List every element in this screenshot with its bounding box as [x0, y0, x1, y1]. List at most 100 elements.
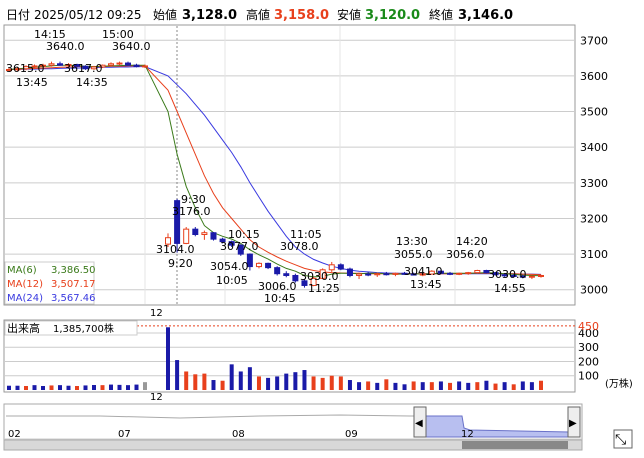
volume-bar	[266, 377, 271, 390]
volume-bar	[475, 382, 480, 390]
volume-bar	[100, 385, 105, 390]
navigator-scrollbar-thumb[interactable]	[462, 441, 568, 449]
volume-label: 出来高	[7, 321, 40, 335]
navigator-label-07: 07	[118, 429, 131, 440]
volume-bar	[58, 385, 62, 390]
annotation-time: 10:05	[216, 274, 248, 287]
volume-bar	[520, 381, 525, 390]
annotation-price: 3640.0	[46, 40, 85, 53]
volume-bar	[238, 371, 243, 390]
volume-bar	[448, 382, 453, 390]
volume-value: 1,385,700株	[53, 322, 114, 335]
candle-body	[125, 62, 131, 66]
open-value: 3,128.0	[182, 8, 237, 23]
volume-bar	[247, 367, 252, 390]
date-value: 2025/05/12 09:25	[34, 8, 142, 22]
navigator[interactable]: ◀ ▶ 02 07 08 09 12	[3, 403, 583, 451]
navigator-left-arrow[interactable]: ◀	[415, 418, 423, 429]
date-label: 日付	[6, 8, 30, 22]
price-tick-label: 3300	[580, 177, 608, 190]
annotation-time: 14:35	[76, 76, 108, 89]
volume-bar	[202, 373, 207, 390]
volume-bar	[284, 373, 289, 390]
candle-body	[183, 228, 190, 244]
volume-bar	[256, 376, 261, 390]
annotation-price: 3055.0	[394, 248, 433, 261]
volume-bar	[32, 385, 37, 390]
volume-bar	[429, 382, 434, 390]
annotation-time: 14:55	[494, 282, 526, 295]
volume-bar	[7, 385, 11, 390]
volume-bar	[484, 380, 489, 390]
annotation-time: 11:25	[308, 282, 340, 295]
legend-ma24-name: MA(24)	[7, 293, 43, 304]
annotation-price: 3077.0	[220, 240, 259, 253]
volume-bar	[366, 381, 371, 390]
annotation-price: 3041.0	[404, 265, 443, 278]
candle-body	[265, 262, 272, 269]
candle-body	[465, 272, 472, 275]
candle-body	[274, 267, 281, 275]
candle-body	[210, 232, 217, 240]
volume-bar	[143, 382, 147, 390]
price-tick-label: 3000	[580, 284, 608, 297]
annotation-price: 3640.0	[112, 40, 151, 53]
volume-bar	[375, 382, 380, 390]
legend-ma12-value: 3,507.17	[51, 279, 96, 290]
candle-body	[365, 273, 372, 276]
volume-bar	[41, 386, 45, 390]
volume-bar	[539, 380, 543, 390]
close-label: 終値	[429, 7, 453, 22]
volume-bar	[126, 385, 130, 390]
volume-bar	[66, 385, 71, 390]
volume-bar	[75, 386, 79, 390]
chart-canvas: 日付 2025/05/12 09:25 始値 3,128.0 高値 3,158.…	[2, 2, 642, 451]
price-tick-label: 3400	[580, 141, 608, 154]
volume-bar	[511, 384, 516, 390]
annotation-time: 14:20	[456, 235, 488, 248]
volume-tick-label: 100	[578, 370, 599, 383]
volume-bar	[92, 385, 96, 390]
candle-body	[346, 268, 353, 276]
annotation-time: 13:30	[396, 235, 428, 248]
volume-bar	[83, 385, 88, 390]
annotation-price: 3104.0	[156, 243, 195, 256]
price-tick-label: 3600	[580, 70, 608, 83]
volume-bar	[184, 371, 189, 390]
expand-icon[interactable]: ⤡	[615, 432, 626, 448]
volume-bar	[24, 386, 28, 390]
high-value: 3,158.0	[274, 8, 329, 23]
candle-body	[538, 274, 544, 277]
annotation-price: 3176.0	[172, 205, 211, 218]
volume-bar	[175, 360, 180, 390]
annotation-price: 3056.0	[446, 248, 485, 261]
navigator-right-arrow[interactable]: ▶	[569, 418, 577, 429]
open-label: 始値	[153, 7, 177, 22]
annotation-price: 3030.0	[300, 270, 339, 283]
navigator-label-12: 12	[461, 429, 474, 440]
candle-body	[383, 273, 390, 276]
price-tick-label: 3700	[580, 34, 608, 47]
volume-bar	[134, 384, 139, 390]
annotation-price: 3078.0	[280, 240, 319, 253]
navigator-label-09: 09	[345, 429, 358, 440]
volume-bar	[457, 381, 462, 390]
volume-bar	[293, 372, 298, 390]
annotation-price: 3054.0	[210, 260, 249, 273]
volume-bar	[229, 364, 234, 390]
ohlc-header: 日付 2025/05/12 09:25 始値 3,128.0 高値 3,158.…	[2, 2, 642, 24]
volume-bar	[193, 374, 198, 390]
volume-bar	[49, 385, 54, 390]
volume-bar	[384, 379, 389, 390]
volume-unit: (万株)	[605, 377, 633, 390]
candle-body	[255, 262, 262, 268]
volume-bar	[529, 382, 534, 390]
candle-body	[337, 264, 344, 270]
volume-bar	[117, 384, 122, 390]
candle-body	[283, 273, 290, 276]
legend-ma6-name: MA(6)	[7, 265, 37, 276]
volume-bar	[109, 384, 113, 390]
candle-body	[528, 275, 535, 278]
volume-bar	[347, 380, 352, 390]
legend-ma6-value: 3,386.50	[51, 265, 96, 276]
